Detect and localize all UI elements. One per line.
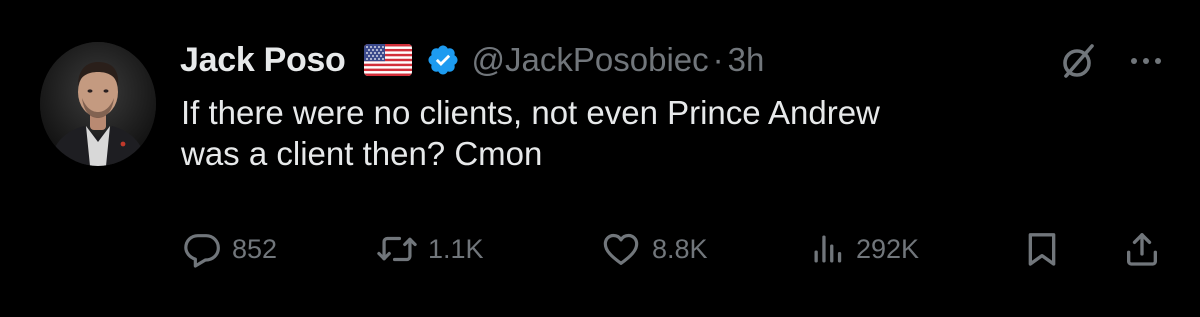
- tweet-text: If there were no clients, not even Princ…: [181, 94, 880, 172]
- separator-dot: ·: [712, 41, 724, 78]
- us-flag-icon: [363, 44, 412, 76]
- reply-button[interactable]: 852: [182, 224, 277, 274]
- views-button[interactable]: 292K: [810, 224, 919, 274]
- retweet-button[interactable]: 1.1K: [376, 224, 484, 274]
- bookmark-button[interactable]: [1022, 224, 1062, 274]
- like-count: 8.8K: [652, 233, 708, 264]
- tweet-actions: 852 1.1K 8.8K 292K: [180, 224, 1180, 274]
- heart-icon: [600, 229, 642, 269]
- views-icon: [810, 229, 846, 269]
- display-name[interactable]: Jack Poso: [180, 41, 346, 80]
- user-handle[interactable]: @JackPosobiec: [472, 41, 709, 79]
- grok-icon[interactable]: [1056, 40, 1100, 84]
- avatar-image: [40, 42, 156, 166]
- more-icon[interactable]: [1124, 46, 1168, 76]
- retweet-icon: [376, 229, 418, 269]
- like-button[interactable]: 8.8K: [600, 224, 708, 274]
- tweet-header: Jack Poso @JackPosobiec · 3h: [180, 36, 764, 84]
- timestamp[interactable]: 3h: [728, 41, 765, 79]
- retweet-count: 1.1K: [428, 233, 484, 264]
- avatar[interactable]: [40, 42, 156, 166]
- reply-icon: [182, 229, 222, 269]
- bookmark-icon: [1022, 228, 1062, 270]
- tweet: Jack Poso @JackPosobiec · 3h If there we…: [0, 0, 1200, 317]
- reply-count: 852: [232, 233, 278, 264]
- share-button[interactable]: [1122, 224, 1162, 274]
- share-icon: [1122, 228, 1162, 270]
- verified-badge-icon[interactable]: [426, 43, 460, 77]
- views-count: 292K: [856, 233, 920, 264]
